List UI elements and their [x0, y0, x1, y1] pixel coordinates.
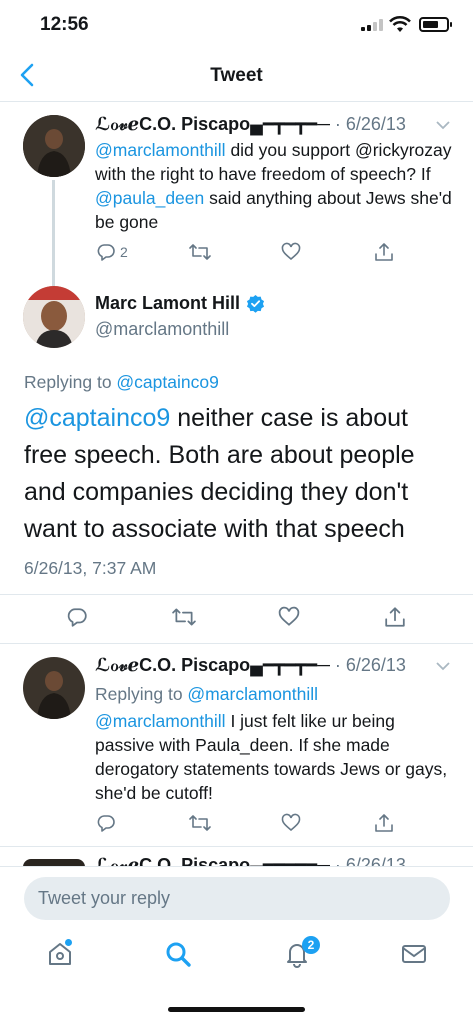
search-icon[interactable] [164, 940, 192, 968]
reply-input[interactable]: Tweet your reply [24, 877, 450, 920]
new-content-dot [65, 939, 72, 946]
messages-icon[interactable] [400, 940, 428, 968]
home-indicator [168, 1007, 305, 1012]
notifications-badge: 2 [302, 936, 320, 954]
